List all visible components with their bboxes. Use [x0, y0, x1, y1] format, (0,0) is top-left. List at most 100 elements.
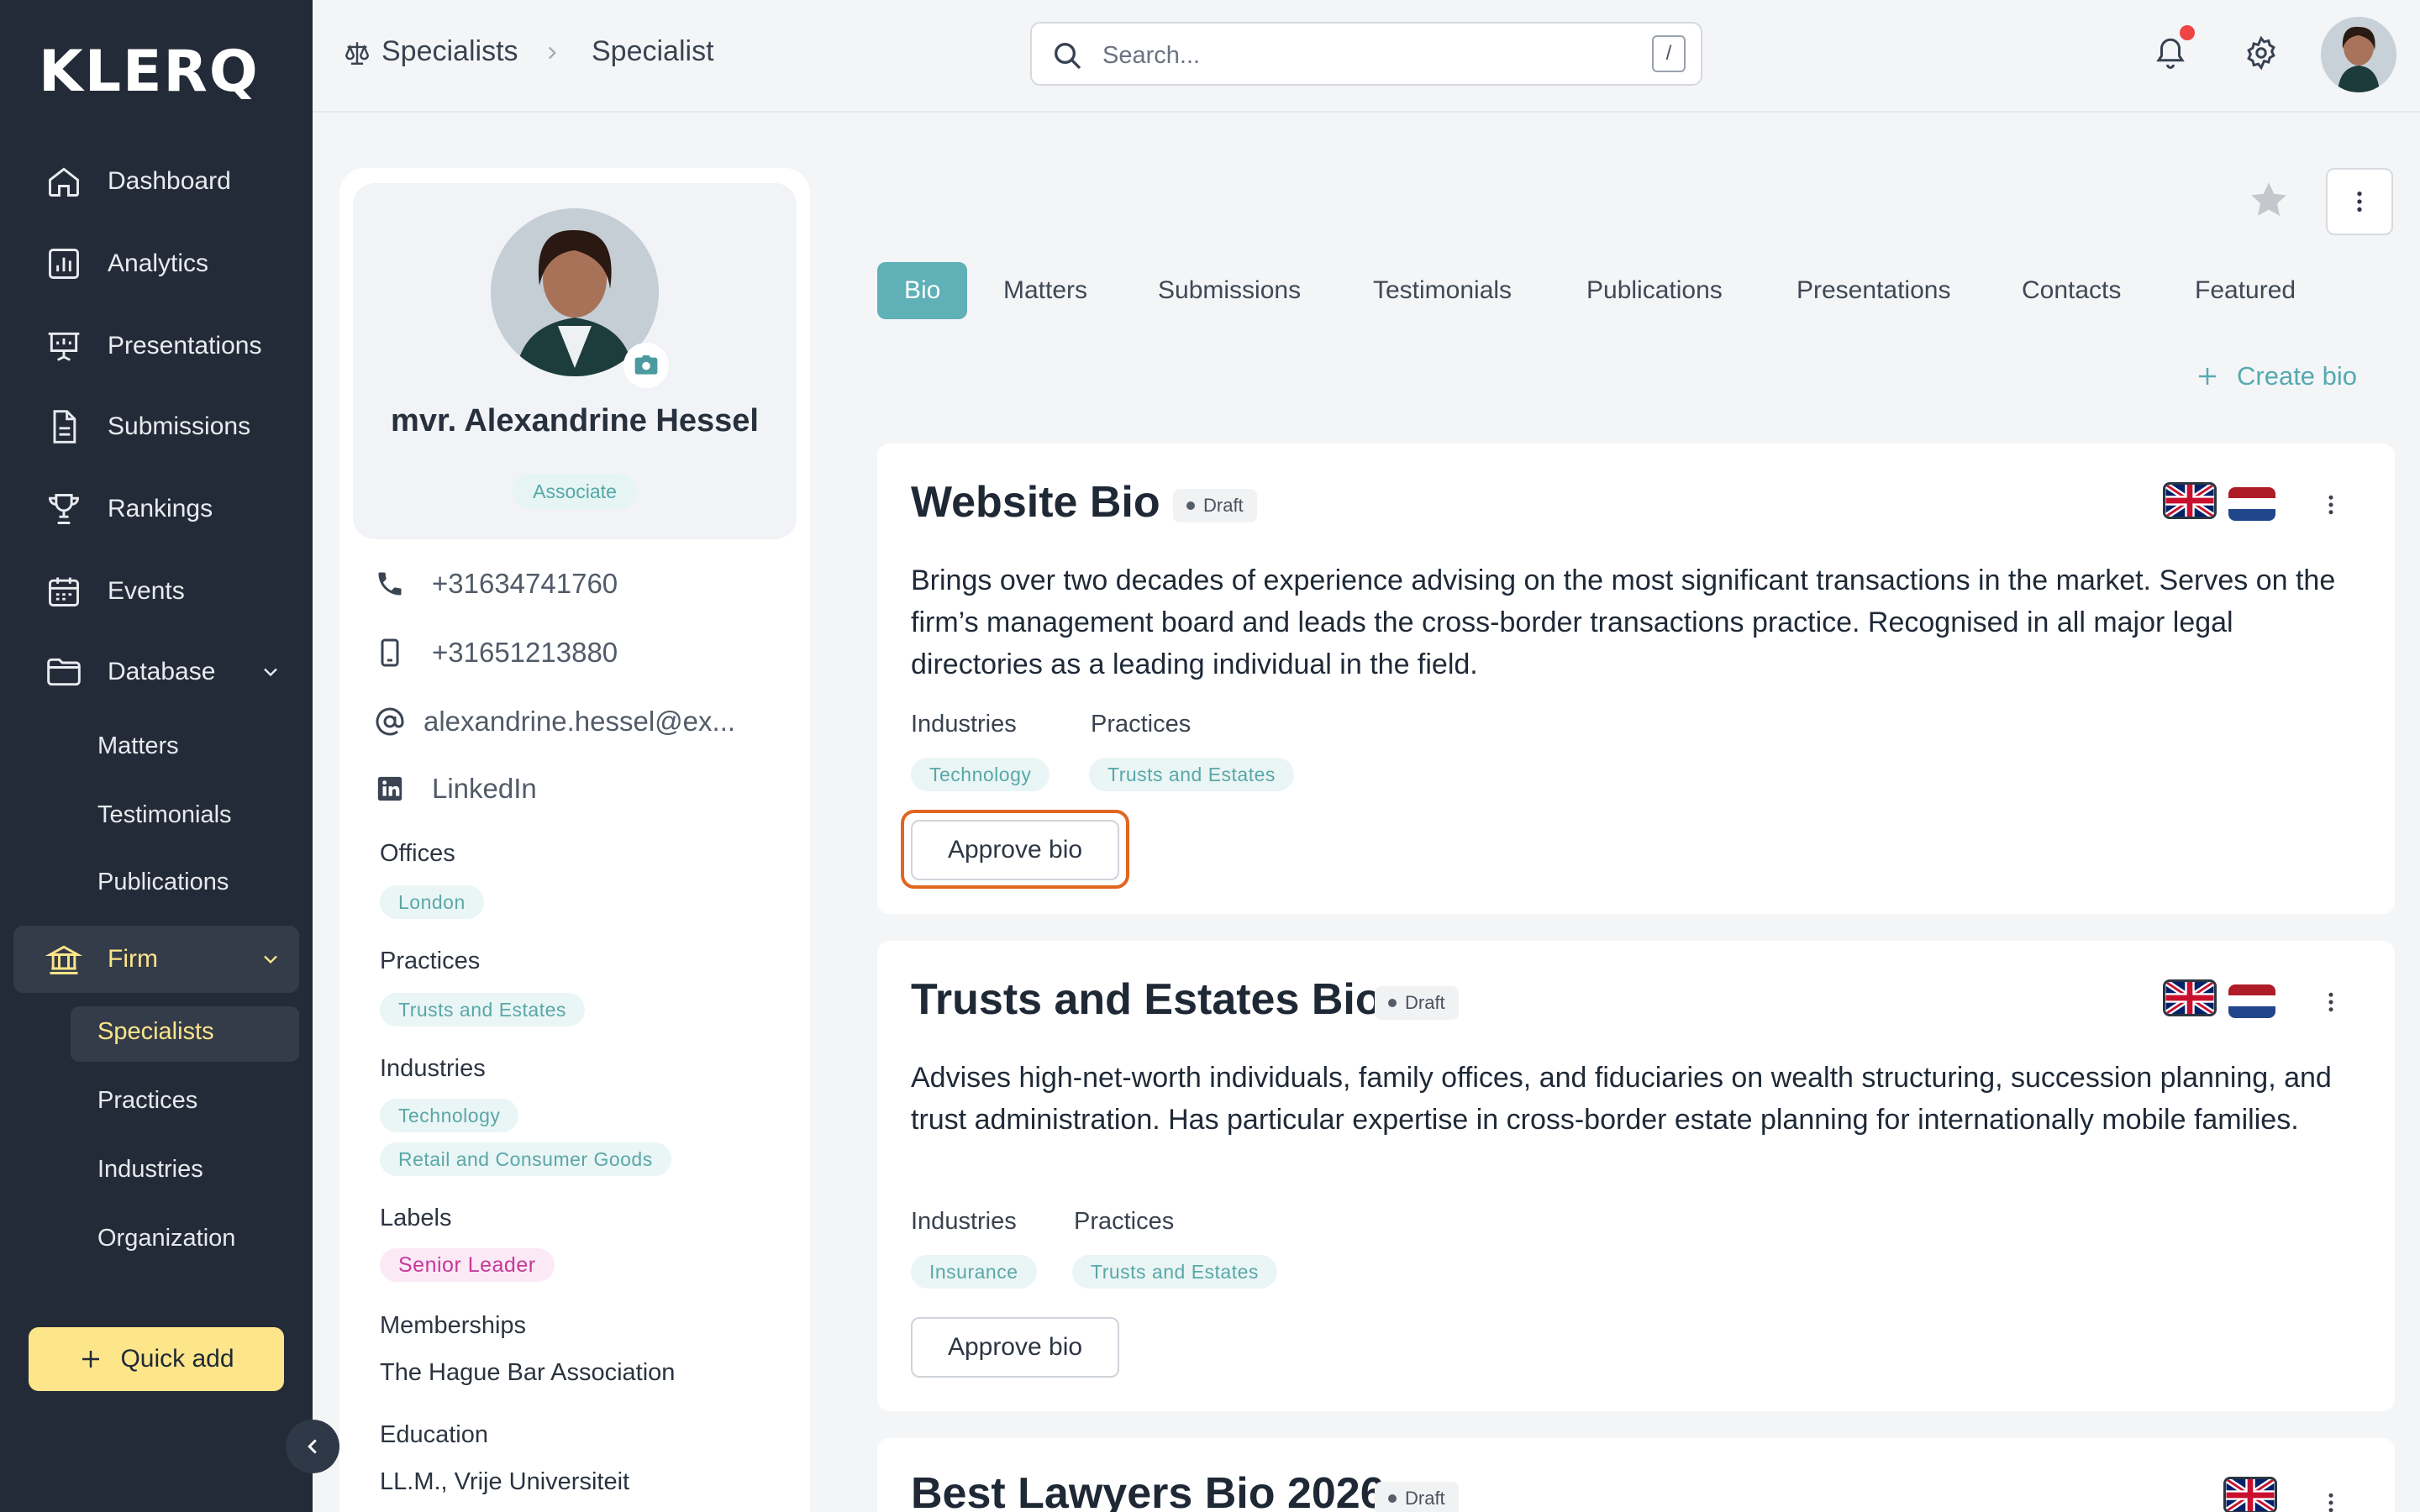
sidebar-subitem-organization[interactable]: Organization [97, 1225, 235, 1252]
linkedin-row[interactable]: LinkedIn [373, 768, 537, 810]
favorite-button[interactable] [2244, 175, 2294, 225]
bio-more-button[interactable] [2314, 484, 2348, 526]
flag-uk-icon[interactable] [2223, 1477, 2277, 1512]
create-bio-label: Create bio [2237, 361, 2358, 391]
flag-nl-icon[interactable] [2228, 487, 2275, 521]
settings-button[interactable] [2244, 35, 2282, 74]
industries-label: Industries [911, 711, 1017, 738]
practices-label: Practices [1091, 711, 1192, 738]
status-badge-label: Draft [1203, 495, 1244, 516]
sidebar-item-label: Presentations [108, 332, 262, 360]
sidebar-subitem-industries[interactable]: Industries [97, 1156, 203, 1184]
create-bio-button[interactable]: Create bio [2195, 361, 2357, 391]
more-options-button[interactable] [2326, 168, 2393, 235]
sidebar-subitem-matters[interactable]: Matters [97, 732, 179, 760]
plus-icon [82, 1351, 100, 1368]
sidebar-subitem-testimonials[interactable]: Testimonials [97, 801, 232, 829]
memberships-label: Memberships [380, 1312, 527, 1339]
phone-row[interactable]: +31634741760 [373, 563, 618, 605]
tab-submissions[interactable]: Submissions [1158, 262, 1301, 319]
status-dot [1388, 1494, 1397, 1503]
tab-publications[interactable]: Publications [1586, 262, 1723, 319]
status-dot [1186, 501, 1195, 510]
label-chip: Senior Leader [380, 1248, 555, 1282]
flag-uk-icon[interactable] [2163, 482, 2217, 519]
chevron-down-icon [264, 668, 277, 677]
bell-icon [2156, 38, 2185, 69]
industry-chip: Retail and Consumer Goods [380, 1142, 671, 1176]
quick-add-label: Quick add [120, 1345, 234, 1373]
tab-matters[interactable]: Matters [1003, 262, 1087, 319]
practices-label: Practices [1074, 1208, 1175, 1235]
bio-more-button[interactable] [2314, 1482, 2348, 1512]
quick-add-button[interactable]: Quick add [29, 1327, 284, 1391]
education-label: Education [380, 1421, 488, 1448]
search-placeholder: Search... [1102, 42, 1201, 69]
sidebar-item-events[interactable]: Events [0, 558, 313, 625]
profile-panel: mvr. Alexandrine Hessel Associate +31634… [339, 168, 810, 1512]
tab-featured[interactable]: Featured [2195, 262, 2296, 319]
bank-icon [45, 945, 82, 974]
plus-icon [2199, 368, 2216, 385]
sidebar-subitem-specialists[interactable]: Specialists [97, 1018, 214, 1046]
tab-contacts[interactable]: Contacts [2022, 262, 2121, 319]
trophy-icon [49, 494, 79, 524]
email-row[interactable]: alexandrine.hessel@ex... [373, 701, 735, 743]
notifications-button[interactable] [2153, 25, 2195, 74]
sidebar-item-label: Firm [108, 945, 158, 973]
breadcrumb-specialists[interactable]: Specialists [381, 35, 518, 68]
flag-nl-icon[interactable] [2228, 984, 2275, 1018]
kebab-icon [2328, 495, 2333, 515]
camera-icon [634, 355, 658, 375]
document-icon [53, 410, 76, 444]
sidebar-subitem-publications[interactable]: Publications [97, 869, 229, 896]
kebab-icon [2328, 1493, 2333, 1512]
sidebar-item-rankings[interactable]: Rankings [0, 475, 313, 543]
industries-label: Industries [380, 1055, 486, 1082]
search-icon [1055, 43, 1081, 70]
bio-title: Website Bio [911, 478, 1160, 527]
sidebar-item-dashboard[interactable]: Dashboard [0, 148, 313, 215]
sidebar-item-presentations[interactable]: Presentations [0, 312, 313, 380]
sidebar-item-firm[interactable]: Firm [0, 926, 313, 993]
sidebar-item-label: Rankings [108, 495, 213, 522]
calendar-icon [49, 577, 79, 606]
tab-bio[interactable]: Bio [877, 262, 968, 319]
sidebar-subitem-practices[interactable]: Practices [97, 1087, 197, 1115]
offices-label: Offices [380, 840, 455, 867]
practice-chip: Trusts and Estates [1089, 758, 1294, 791]
approve-bio-button[interactable]: Approve bio [911, 820, 1119, 880]
bio-card: Trusts and Estates Bio Draft Advises hig… [877, 941, 2395, 1411]
star-icon [2251, 182, 2286, 216]
scales-icon [345, 42, 369, 65]
tab-presentations[interactable]: Presentations [1797, 262, 1950, 319]
chevron-down-icon [264, 955, 277, 964]
status-badge: Draft [1375, 986, 1459, 1020]
industry-chip: Technology [911, 758, 1050, 791]
breadcrumb-specialist: Specialist [592, 35, 714, 67]
kebab-icon [2357, 192, 2362, 212]
industry-chip: Insurance [911, 1255, 1037, 1289]
app-logo[interactable]: KLERQ [39, 39, 260, 105]
flag-uk-icon[interactable] [2163, 979, 2217, 1016]
education-value: LL.M., Vrije Universiteit [380, 1468, 630, 1495]
chevron-left-icon [308, 1439, 317, 1454]
collapse-sidebar-button[interactable] [286, 1420, 339, 1473]
sidebar-item-analytics[interactable]: Analytics [0, 230, 313, 297]
membership-value: The Hague Bar Association [380, 1359, 676, 1386]
tab-testimonials[interactable]: Testimonials [1373, 262, 1512, 319]
profile-name: mvr. Alexandrine Hessel [391, 403, 759, 438]
search-input[interactable]: Search... / [1030, 22, 1702, 86]
sidebar-item-database[interactable]: Database [0, 638, 313, 706]
bio-more-button[interactable] [2314, 981, 2348, 1023]
approve-bio-button[interactable]: Approve bio [911, 1317, 1119, 1378]
sidebar-item-submissions[interactable]: Submissions [0, 393, 313, 460]
practice-chip: Trusts and Estates [380, 993, 585, 1026]
mobile-row[interactable]: +31651213880 [373, 632, 618, 674]
change-photo-button[interactable] [623, 343, 669, 388]
bio-text: Advises high-net-worth individuals, fami… [911, 1062, 2332, 1136]
user-avatar[interactable] [2321, 17, 2396, 92]
bio-title: Trusts and Estates Bio [911, 975, 1382, 1024]
labels-label: Labels [380, 1205, 452, 1231]
practice-chip: Trusts and Estates [1072, 1255, 1277, 1289]
